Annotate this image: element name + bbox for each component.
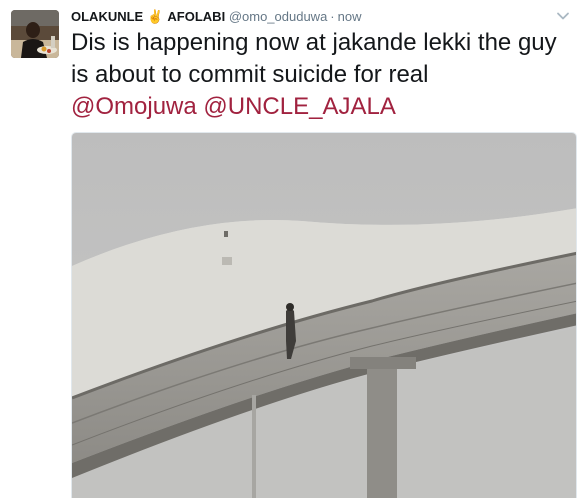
tweet-photo[interactable] [71, 132, 577, 498]
bridge-photo [72, 133, 576, 498]
tweet-text-body: Dis is happening now at jakande lekki th… [71, 29, 557, 88]
user-handle[interactable]: @omo_oduduwa [229, 9, 327, 24]
tweet: OLAKUNLE ✌ AFOLABI @omo_oduduwa · now Dis is… [0, 0, 580, 498]
mention-link[interactable]: @UNCLE_AJALA [203, 93, 395, 120]
separator: · [330, 9, 335, 24]
tweet-header: OLAKUNLE ✌ AFOLABI @omo_oduduwa · now [71, 8, 362, 26]
avatar-photo [11, 10, 59, 58]
display-name-2[interactable]: AFOLABI [167, 9, 225, 24]
avatar[interactable] [11, 10, 59, 58]
chevron-down-icon[interactable] [556, 9, 570, 23]
victory-hand-emoji: ✌ [147, 9, 164, 24]
display-name[interactable]: OLAKUNLE [71, 9, 143, 24]
timestamp[interactable]: now [338, 9, 362, 24]
tweet-text: Dis is happening now at jakande lekki th… [71, 27, 571, 123]
mention-link[interactable]: @Omojuwa [71, 93, 197, 120]
